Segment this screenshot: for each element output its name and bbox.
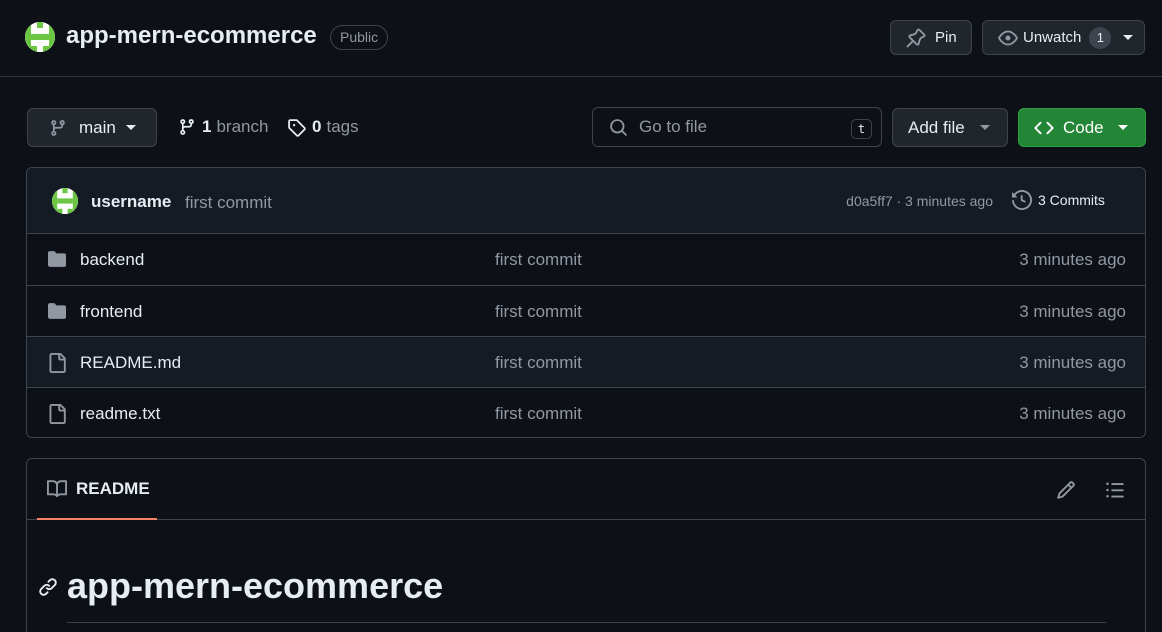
- file-row[interactable]: readme.txt first commit 3 minutes ago: [27, 387, 1145, 437]
- file-commit-time: 3 minutes ago: [1019, 250, 1126, 269]
- branch-name: main: [79, 117, 116, 137]
- git-branch-icon: [178, 118, 196, 136]
- add-file-button[interactable]: Add file: [892, 108, 1008, 147]
- latest-commit-bar: username first commit d0a5ff7 · 3 minute…: [27, 168, 1145, 234]
- book-icon: [47, 479, 67, 499]
- chevron-down-icon: [979, 125, 990, 130]
- keyboard-shortcut-hint: t: [851, 119, 872, 139]
- branch-count: 1: [202, 117, 212, 136]
- file-commit-message[interactable]: first commit: [495, 404, 582, 424]
- code-label: Code: [1063, 117, 1104, 137]
- unwatch-label: Unwatch: [1023, 29, 1082, 46]
- file-row[interactable]: frontend first commit 3 minutes ago: [27, 285, 1145, 336]
- owner-avatar[interactable]: [25, 22, 55, 52]
- tag-icon: [287, 118, 306, 137]
- commits-count-label: 3 Commits: [1038, 192, 1105, 208]
- tab-readme[interactable]: README: [37, 459, 157, 520]
- commit-hash-time[interactable]: d0a5ff7 · 3 minutes ago: [846, 193, 993, 209]
- link-icon[interactable]: [38, 577, 58, 597]
- file-name[interactable]: backend: [80, 250, 144, 270]
- file-commit-message[interactable]: first commit: [495, 250, 582, 270]
- file-name[interactable]: README.md: [80, 353, 181, 373]
- branches-link[interactable]: 1 branch: [178, 117, 268, 137]
- readme-header: README: [27, 459, 1145, 520]
- tag-count: 0: [312, 117, 322, 136]
- eye-icon: [998, 28, 1018, 48]
- branch-count-label: branch: [216, 117, 269, 136]
- tags-link[interactable]: 0 tags: [287, 117, 359, 137]
- list-icon[interactable]: [1104, 480, 1126, 500]
- file-commit-message[interactable]: first commit: [495, 353, 582, 373]
- unwatch-button[interactable]: Unwatch 1: [982, 20, 1145, 55]
- pin-icon: [906, 28, 926, 48]
- pencil-icon[interactable]: [1056, 480, 1076, 500]
- chevron-down-icon: [125, 125, 136, 130]
- go-to-file-search[interactable]: t: [592, 107, 882, 147]
- file-icon: [47, 404, 67, 424]
- file-row[interactable]: backend first commit 3 minutes ago: [27, 234, 1145, 285]
- folder-icon: [47, 302, 67, 320]
- pin-label: Pin: [935, 29, 957, 46]
- search-input[interactable]: [639, 117, 839, 137]
- file-browser: username first commit d0a5ff7 · 3 minute…: [26, 167, 1146, 438]
- heading-divider: [67, 622, 1106, 623]
- commits-link[interactable]: 3 Commits: [1012, 190, 1105, 210]
- file-commit-time: 3 minutes ago: [1019, 353, 1126, 372]
- file-icon: [47, 353, 67, 373]
- branch-selector[interactable]: main: [27, 108, 157, 147]
- file-name[interactable]: frontend: [80, 302, 142, 322]
- visibility-badge: Public: [330, 25, 389, 50]
- commit-message[interactable]: first commit: [185, 193, 272, 213]
- tag-count-label: tags: [326, 117, 359, 136]
- readme-tab-label: README: [76, 478, 150, 498]
- history-icon: [1012, 190, 1032, 210]
- file-commit-time: 3 minutes ago: [1019, 404, 1126, 423]
- readme-panel: README app-mern-ecommerce: [26, 458, 1146, 632]
- watchers-counter: 1: [1089, 26, 1112, 49]
- git-branch-icon: [49, 119, 67, 137]
- search-icon: [609, 118, 628, 137]
- file-commit-time: 3 minutes ago: [1019, 302, 1126, 321]
- committer-avatar[interactable]: [52, 188, 78, 214]
- folder-icon: [47, 250, 67, 268]
- add-file-label: Add file: [908, 117, 965, 137]
- chevron-down-icon: [1117, 125, 1128, 130]
- commit-author[interactable]: username: [91, 192, 171, 212]
- file-commit-message[interactable]: first commit: [495, 302, 582, 322]
- file-name[interactable]: readme.txt: [80, 404, 160, 424]
- file-row[interactable]: README.md first commit 3 minutes ago: [27, 336, 1145, 387]
- repo-name[interactable]: app-mern-ecommerce: [66, 22, 317, 50]
- pin-button[interactable]: Pin: [890, 20, 972, 55]
- chevron-down-icon: [1123, 35, 1134, 40]
- code-button[interactable]: Code: [1018, 108, 1146, 147]
- code-icon: [1034, 118, 1054, 138]
- readme-heading: app-mern-ecommerce: [67, 565, 444, 606]
